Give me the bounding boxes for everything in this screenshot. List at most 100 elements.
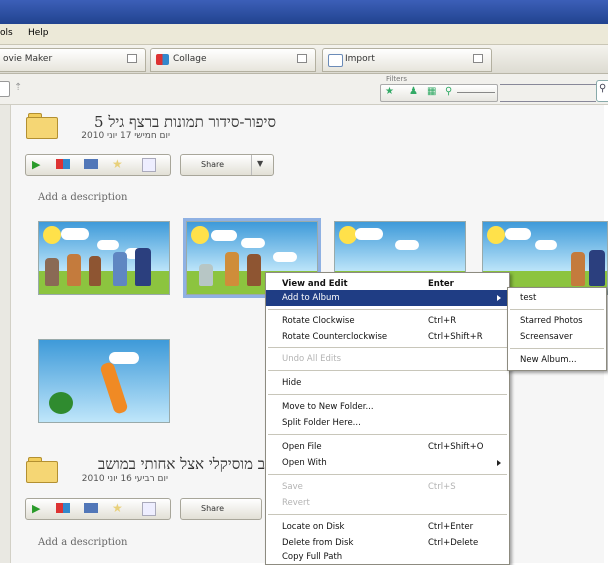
folder-description[interactable]: Add a description — [38, 537, 127, 548]
menu-item-shortcut: Ctrl+Shift+R — [428, 332, 483, 342]
album-item-new-album[interactable]: New Album... — [508, 352, 606, 368]
search-box[interactable]: ⚲ — [596, 80, 608, 102]
menu-item-open-with[interactable]: Open With — [266, 455, 509, 471]
tab-close-icon[interactable] — [473, 54, 483, 63]
menu-item-label: Move to New Folder... — [282, 402, 374, 412]
menu-item-locate-on-disk[interactable]: Locate on Disk Ctrl+Enter — [266, 519, 509, 535]
share-button[interactable]: Share — [180, 498, 262, 520]
menu-item-label: New Album... — [520, 355, 577, 365]
tab-label: Collage — [173, 54, 207, 64]
menu-item-shortcut: Ctrl+Delete — [428, 538, 479, 548]
search-icon: ⚲ — [599, 83, 607, 94]
folder-title[interactable]: סיפור-סידור תמונות ברצף גיל 5 — [46, 113, 276, 132]
collage-icon — [156, 54, 169, 65]
menu-separator — [268, 394, 507, 395]
collage-icon[interactable] — [56, 159, 70, 169]
menu-item-undo-all-edits: Undo All Edits — [266, 351, 509, 367]
tab-label: Import — [345, 54, 375, 64]
tab-movie-maker[interactable]: ovie Maker — [0, 48, 146, 72]
folder-date: יום חמישי 17 יוני 2010 — [81, 131, 170, 141]
menu-separator — [268, 370, 507, 371]
movie-filter-icon[interactable]: ▦ — [427, 86, 436, 97]
menu-item-label: Starred Photos — [520, 316, 583, 326]
movie-icon[interactable] — [84, 159, 98, 169]
save-icon[interactable] — [142, 502, 156, 516]
tab-import[interactable]: Import — [322, 48, 492, 72]
play-slideshow-icon[interactable]: ▶ — [32, 502, 40, 515]
tab-close-icon[interactable] — [297, 54, 307, 63]
star-icon[interactable]: ★ — [112, 157, 123, 171]
album-item-screensaver[interactable]: Screensaver — [508, 329, 606, 345]
context-menu: View and Edit Enter Add to Album Rotate … — [265, 272, 510, 565]
folder-description[interactable]: Add a description — [38, 192, 127, 203]
star-filter-icon[interactable]: ★ — [385, 86, 394, 97]
folder-date: יום רביעי 16 יוני 2010 — [81, 474, 168, 484]
tab-collage[interactable]: Collage — [150, 48, 316, 72]
folder-title[interactable]: ב מוסיקלי אצל אחותי במושב — [60, 455, 265, 474]
share-label: Share — [201, 160, 225, 169]
geotag-filter-icon[interactable]: ⚲ — [445, 86, 452, 97]
menu-item-shortcut: Ctrl+R — [428, 316, 457, 326]
menu-item-label: Screensaver — [520, 332, 573, 342]
left-scrollbar[interactable] — [0, 105, 11, 563]
menu-item-label: Save — [282, 482, 303, 492]
menu-item-label: Rotate Clockwise — [282, 316, 355, 326]
menu-item-label: Open With — [282, 458, 327, 468]
menu-bar: ols Help — [0, 24, 608, 45]
tab-bar: ovie Maker Collage Import — [0, 45, 608, 74]
star-icon[interactable]: ★ — [112, 501, 123, 515]
share-button[interactable]: Share ▼ — [180, 154, 274, 176]
menu-separator — [268, 347, 507, 348]
window-titlebar — [0, 0, 608, 24]
share-label: Share — [201, 504, 225, 513]
chevron-down-icon[interactable]: ▼ — [257, 159, 263, 168]
navigation-icon[interactable]: ⇡ — [14, 82, 32, 94]
menu-separator — [268, 309, 507, 310]
menu-item-hide[interactable]: Hide — [266, 375, 509, 391]
menu-item-rotate-clockwise[interactable]: Rotate Clockwise Ctrl+R — [266, 313, 509, 329]
menu-item-rotate-counterclockwise[interactable]: Rotate Counterclockwise Ctrl+Shift+R — [266, 329, 509, 345]
menu-item-shortcut: Ctrl+S — [428, 482, 456, 492]
filter-slider-track[interactable] — [500, 84, 596, 102]
filters-bar: ★ ♟ ▦ ⚲ — [380, 84, 498, 102]
menu-item-revert: Revert — [266, 495, 509, 511]
menu-item-split-folder[interactable]: Split Folder Here... — [266, 415, 509, 431]
toolbar: ⇡ Filters ★ ♟ ▦ ⚲ ⚲ — [0, 74, 608, 105]
movie-icon[interactable] — [84, 503, 98, 513]
menu-item-label: Revert — [282, 498, 310, 508]
submenu-arrow-icon — [497, 295, 501, 301]
tab-label: ovie Maker — [3, 54, 53, 64]
photo-thumbnail[interactable] — [38, 221, 170, 295]
menu-separator — [268, 514, 507, 515]
menu-help[interactable]: Help — [28, 28, 49, 38]
collage-icon[interactable] — [56, 503, 70, 513]
menu-item-label: Hide — [282, 378, 302, 388]
folder-icon — [26, 457, 58, 483]
menu-item-label: Delete from Disk — [282, 538, 354, 548]
menu-item-label: Add to Album — [282, 293, 340, 303]
date-slider[interactable] — [457, 92, 495, 93]
menu-separator — [268, 434, 507, 435]
menu-item-save: Save Ctrl+S — [266, 479, 509, 495]
tab-close-icon[interactable] — [127, 54, 137, 63]
menu-separator — [268, 474, 507, 475]
menu-item-label: View and Edit — [282, 279, 348, 289]
menu-item-label: test — [520, 293, 537, 303]
play-slideshow-icon[interactable]: ▶ — [32, 158, 40, 171]
album-item-test[interactable]: test — [508, 290, 606, 306]
menu-item-move-to-new-folder[interactable]: Move to New Folder... — [266, 399, 509, 415]
menu-item-label: Rotate Counterclockwise — [282, 332, 388, 342]
menu-tools[interactable]: ols — [0, 28, 13, 38]
album-item-starred-photos[interactable]: Starred Photos — [508, 313, 606, 329]
menu-item-label: Open File — [282, 442, 322, 452]
menu-item-label: Copy Full Path — [282, 552, 343, 562]
folder-action-buttons: ▶ ★ — [25, 498, 171, 520]
folder-action-buttons: ▶ ★ — [25, 154, 171, 176]
filters-label: Filters — [386, 75, 407, 83]
save-icon[interactable] — [142, 158, 156, 172]
photo-thumbnail[interactable] — [38, 339, 170, 423]
menu-item-open-file[interactable]: Open File Ctrl+Shift+O — [266, 439, 509, 455]
back-button[interactable] — [0, 81, 10, 97]
face-filter-icon[interactable]: ♟ — [409, 86, 418, 97]
menu-item-add-to-album[interactable]: Add to Album — [266, 290, 509, 306]
